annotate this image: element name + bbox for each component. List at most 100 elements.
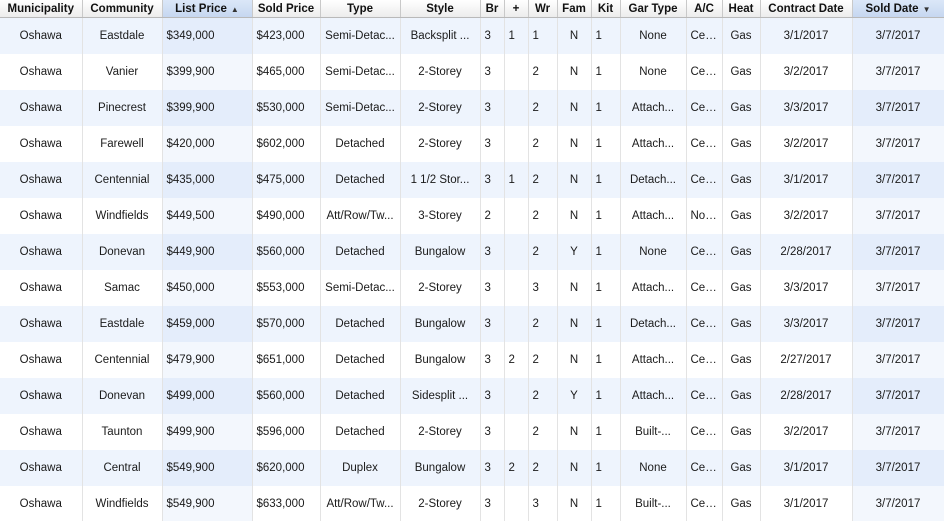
cell-community: Eastdale — [82, 306, 163, 342]
table-row[interactable]: Oshawa Farewell $420,000 $602,000 Detached 2-… — [0, 126, 944, 162]
sort-descending-icon[interactable]: ▼ — [923, 5, 931, 14]
cell-community: Windfields — [82, 198, 163, 234]
column-header-ac[interactable]: A/C — [686, 0, 723, 18]
sort-ascending-icon[interactable]: ▲ — [231, 5, 239, 14]
table-row[interactable]: Oshawa Centennial $435,000 $475,000 Detached… — [0, 162, 944, 198]
cell-community: Eastdale — [82, 17, 163, 54]
column-header-type[interactable]: Type — [320, 0, 401, 18]
cell-wr: 2 — [528, 126, 558, 162]
column-header-contract-date[interactable]: Contract Date — [760, 0, 853, 18]
column-header-label: Sold Date — [865, 2, 919, 15]
cell-fam: N — [557, 450, 592, 486]
cell-sold-price: $560,000 — [252, 378, 321, 414]
cell-wr: 2 — [528, 234, 558, 270]
column-header-label: Style — [426, 2, 454, 15]
cell-style: Backsplit ... — [400, 17, 481, 54]
cell-sold-date: 3/7/2017 — [852, 198, 944, 234]
cell-heat: Gas — [722, 198, 761, 234]
cell-community: Donevan — [82, 234, 163, 270]
cell-br: 3 — [480, 342, 505, 378]
cell-kit: 1 — [591, 198, 621, 234]
table-row[interactable]: Oshawa Donevan $449,900 $560,000 Detached Bun… — [0, 234, 944, 270]
cell-type: Detached — [320, 162, 401, 198]
cell-gar-type: Built-... — [620, 414, 687, 450]
cell-type: Detached — [320, 234, 401, 270]
cell-gar-type: None — [620, 234, 687, 270]
cell-fam: N — [557, 162, 592, 198]
table-row[interactable]: Oshawa Centennial $479,900 $651,000 Detached… — [0, 342, 944, 378]
table-row[interactable]: Oshawa Taunton $499,900 $596,000 Detached 2-S… — [0, 414, 944, 450]
cell-contract-date: 3/1/2017 — [760, 17, 853, 54]
column-header-label: Gar Type — [628, 2, 678, 15]
cell-style: 2-Storey — [400, 90, 481, 126]
cell-contract-date: 3/2/2017 — [760, 198, 853, 234]
cell-type: Detached — [320, 126, 401, 162]
column-header-community[interactable]: Community — [82, 0, 163, 18]
cell-heat: Gas — [722, 486, 761, 521]
cell-kit: 1 — [591, 90, 621, 126]
table-row[interactable]: Oshawa Eastdale $459,000 $570,000 Detached Bu… — [0, 306, 944, 342]
cell-br: 3 — [480, 306, 505, 342]
cell-contract-date: 3/3/2017 — [760, 90, 853, 126]
cell-type: Detached — [320, 414, 401, 450]
column-header-wr[interactable]: Wr — [528, 0, 558, 18]
table-row[interactable]: Oshawa Vanier $399,900 $465,000 Semi-Detac..… — [0, 54, 944, 90]
cell-sold-date: 3/7/2017 — [852, 126, 944, 162]
cell-contract-date: 3/2/2017 — [760, 54, 853, 90]
table-row[interactable]: Oshawa Windfields $449,500 $490,000 Att/Row/… — [0, 198, 944, 234]
cell-contract-date: 3/1/2017 — [760, 450, 853, 486]
cell-sold-date: 3/7/2017 — [852, 378, 944, 414]
column-header-br[interactable]: Br — [480, 0, 505, 18]
cell-sold-price: $620,000 — [252, 450, 321, 486]
table-row[interactable]: Oshawa Eastdale $349,000 $423,000 Semi-Detac… — [0, 17, 944, 54]
cell-contract-date: 3/1/2017 — [760, 486, 853, 521]
column-header-sold-price[interactable]: Sold Price — [252, 0, 321, 18]
cell-plus — [504, 198, 529, 234]
cell-list-price: $499,900 — [162, 414, 253, 450]
table-row[interactable]: Oshawa Samac $450,000 $553,000 Semi-Detac...… — [0, 270, 944, 306]
column-header-plus[interactable]: + — [504, 0, 529, 18]
cell-sold-date: 3/7/2017 — [852, 414, 944, 450]
cell-kit: 1 — [591, 17, 621, 54]
column-header-style[interactable]: Style — [400, 0, 481, 18]
cell-community: Pinecrest — [82, 90, 163, 126]
cell-type: Semi-Detac... — [320, 270, 401, 306]
column-header-municipality[interactable]: Municipality — [0, 0, 83, 18]
cell-wr: 2 — [528, 162, 558, 198]
cell-sold-date: 3/7/2017 — [852, 234, 944, 270]
table-row[interactable]: Oshawa Windfields $549,900 $633,000 Att/Row/… — [0, 486, 944, 521]
table-row[interactable]: Oshawa Pinecrest $399,900 $530,000 Semi-Deta… — [0, 90, 944, 126]
column-header-gar-type[interactable]: Gar Type — [620, 0, 687, 18]
cell-style: 1 1/2 Stor... — [400, 162, 481, 198]
column-header-kit[interactable]: Kit — [591, 0, 621, 18]
cell-sold-price: $570,000 — [252, 306, 321, 342]
cell-municipality: Oshawa — [0, 162, 83, 198]
cell-contract-date: 2/28/2017 — [760, 378, 853, 414]
cell-municipality: Oshawa — [0, 378, 83, 414]
column-header-sold-date[interactable]: Sold Date ▼ — [852, 0, 944, 18]
cell-plus: 2 — [504, 450, 529, 486]
cell-heat: Gas — [722, 162, 761, 198]
cell-municipality: Oshawa — [0, 486, 83, 521]
cell-ac: Cen... — [686, 270, 723, 306]
cell-plus — [504, 54, 529, 90]
cell-gar-type: Attach... — [620, 90, 687, 126]
cell-sold-price: $553,000 — [252, 270, 321, 306]
cell-community: Farewell — [82, 126, 163, 162]
table-row[interactable]: Oshawa Central $549,900 $620,000 Duplex Bunga… — [0, 450, 944, 486]
cell-plus: 2 — [504, 342, 529, 378]
column-header-label: Sold Price — [257, 2, 315, 15]
table-row[interactable]: Oshawa Donevan $499,000 $560,000 Detached Sid… — [0, 378, 944, 414]
column-header-label: Type — [347, 2, 373, 15]
cell-plus — [504, 306, 529, 342]
column-header-list-price[interactable]: List Price ▲ — [162, 0, 253, 18]
cell-municipality: Oshawa — [0, 17, 83, 54]
cell-municipality: Oshawa — [0, 90, 83, 126]
cell-sold-price: $633,000 — [252, 486, 321, 521]
cell-contract-date: 2/27/2017 — [760, 342, 853, 378]
column-header-fam[interactable]: Fam — [557, 0, 592, 18]
listings-table: Municipality Community List Price ▲ Sold Pri… — [0, 0, 944, 521]
cell-br: 3 — [480, 162, 505, 198]
cell-sold-date: 3/7/2017 — [852, 162, 944, 198]
column-header-heat[interactable]: Heat — [722, 0, 761, 18]
